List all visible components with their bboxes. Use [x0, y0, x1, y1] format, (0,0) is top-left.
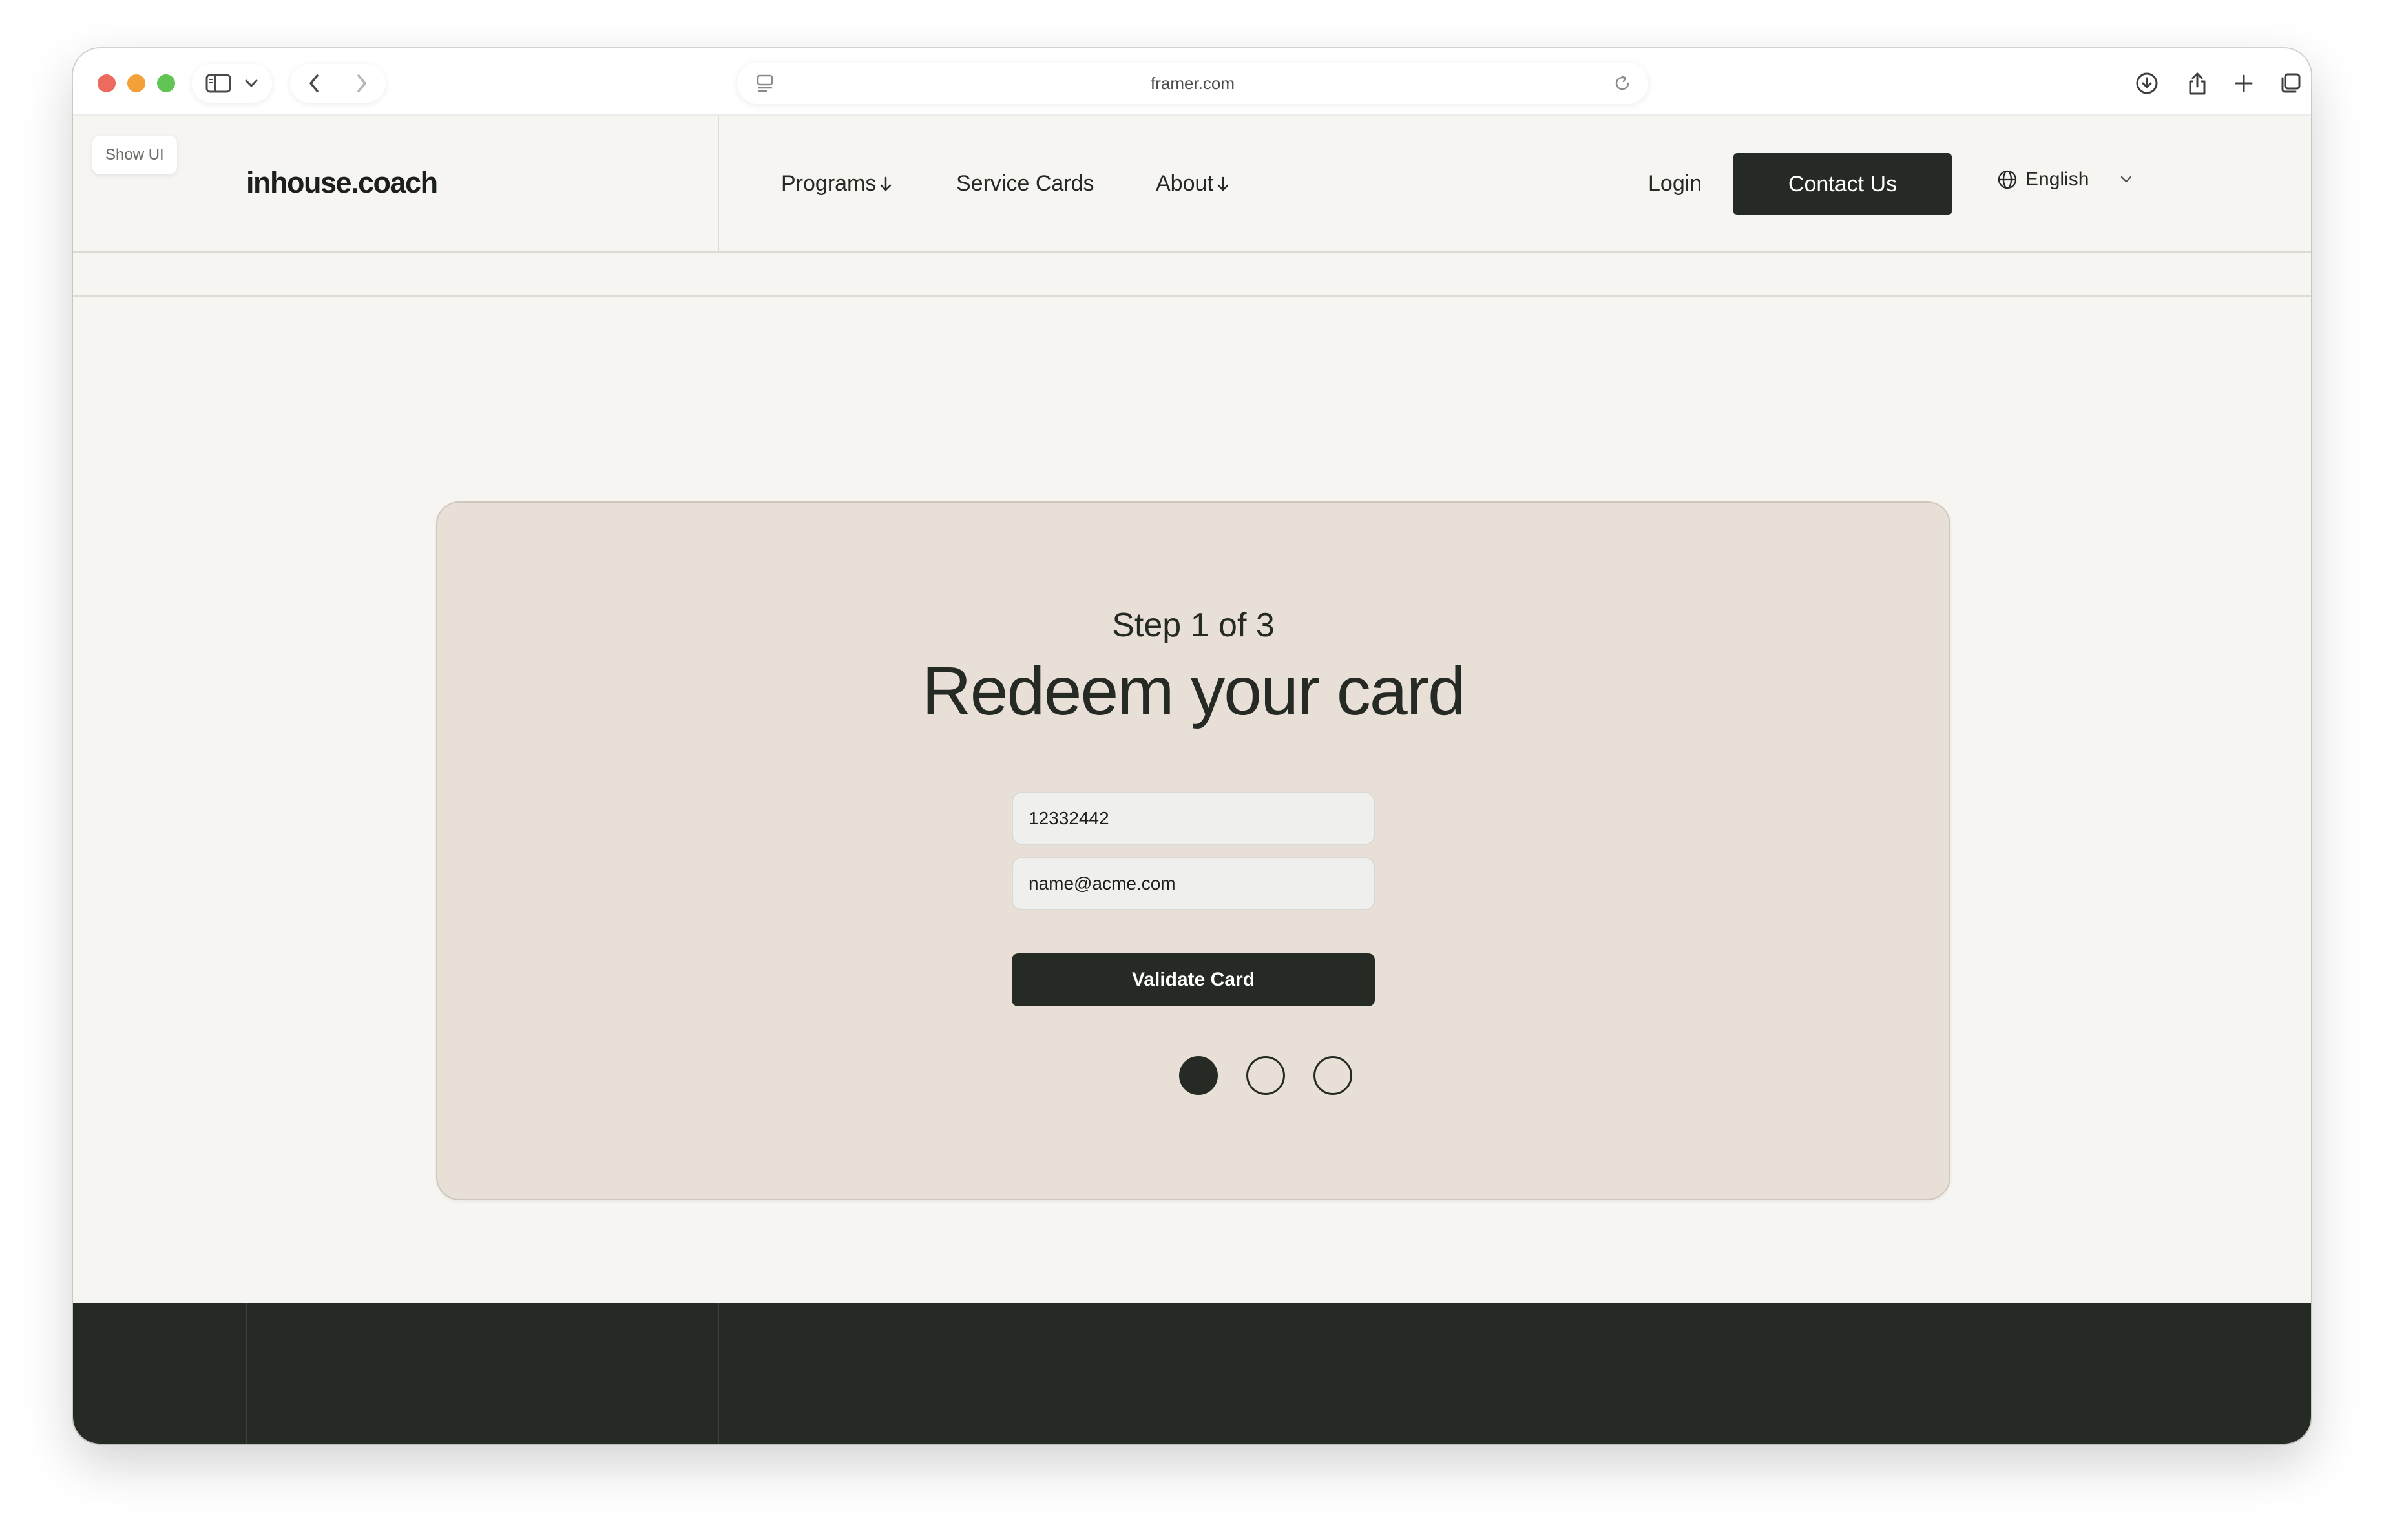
nav-programs-label: Programs: [781, 171, 877, 196]
card-number-input[interactable]: [1012, 792, 1375, 845]
browser-toolbar: framer.com: [73, 48, 2311, 116]
contact-us-button[interactable]: Contact Us: [1733, 153, 1952, 215]
forward-button[interactable]: [338, 64, 386, 103]
show-ui-button[interactable]: Show UI: [92, 136, 177, 174]
address-bar[interactable]: framer.com: [737, 63, 1648, 104]
chevron-down-icon: [245, 79, 258, 87]
site-footer: [73, 1303, 2311, 1444]
page-title: Redeem your card: [922, 653, 1466, 729]
globe-icon: [1998, 170, 2017, 189]
sidebar-icon: [205, 74, 231, 93]
new-tab-button[interactable]: [2221, 64, 2267, 103]
downloads-group: [2115, 64, 2179, 103]
zoom-window-button[interactable]: [157, 74, 175, 92]
step-indicator-text: Step 1 of 3: [1112, 607, 1275, 644]
url-text: framer.com: [1150, 74, 1235, 93]
footer-divider: [246, 1303, 247, 1444]
step-dot-3: [1313, 1056, 1352, 1095]
nav-service-cards-label: Service Cards: [956, 171, 1094, 196]
arrow-down-icon: [1217, 176, 1229, 191]
step-dot-2: [1246, 1056, 1285, 1095]
chevron-left-icon: [309, 74, 319, 92]
tabs-icon: [2281, 73, 2301, 93]
history-nav-group: [290, 64, 386, 103]
sidebar-toggle-group: [192, 64, 272, 103]
footer-divider: [718, 1303, 719, 1444]
downloads-button[interactable]: [2124, 64, 2170, 103]
nav-service-cards[interactable]: Service Cards: [956, 171, 1094, 196]
language-selector[interactable]: English: [1997, 169, 2133, 191]
redeem-card-panel: Step 1 of 3 Redeem your card Validate Ca…: [436, 501, 1950, 1200]
chevron-down-icon: [2121, 176, 2132, 183]
email-input[interactable]: [1012, 857, 1375, 910]
share-button[interactable]: [2174, 64, 2221, 103]
header-divider: [718, 116, 719, 253]
plus-icon: [2235, 74, 2253, 92]
site-header: inhouse.coach Programs Service Cards Abo…: [73, 116, 2311, 253]
language-label: English: [2025, 169, 2089, 190]
login-link[interactable]: Login: [1648, 171, 1702, 196]
chevron-right-icon: [357, 74, 366, 92]
browser-window: framer.com inhouse.coach Programs Servic…: [73, 48, 2311, 1444]
share-icon: [2189, 72, 2206, 95]
tab-overview-button[interactable]: [2267, 64, 2311, 103]
header-subbar: [73, 253, 2311, 297]
nav-programs[interactable]: Programs: [781, 171, 893, 196]
minimize-window-button[interactable]: [127, 74, 145, 92]
sidebar-button[interactable]: [201, 64, 236, 103]
back-button[interactable]: [290, 64, 338, 103]
download-icon: [2136, 72, 2158, 94]
step-dot-1: [1179, 1056, 1218, 1095]
arrow-down-icon: [881, 176, 892, 191]
website: inhouse.coach Programs Service Cards Abo…: [73, 116, 2311, 1444]
validate-card-button[interactable]: Validate Card: [1012, 953, 1375, 1006]
nav-about-label: About: [1156, 171, 1213, 196]
nav-about[interactable]: About: [1156, 171, 1230, 196]
reload-icon[interactable]: [1613, 74, 1631, 92]
site-logo[interactable]: inhouse.coach: [246, 166, 438, 200]
tab-group-dropdown[interactable]: [237, 64, 266, 103]
close-window-button[interactable]: [98, 74, 116, 92]
